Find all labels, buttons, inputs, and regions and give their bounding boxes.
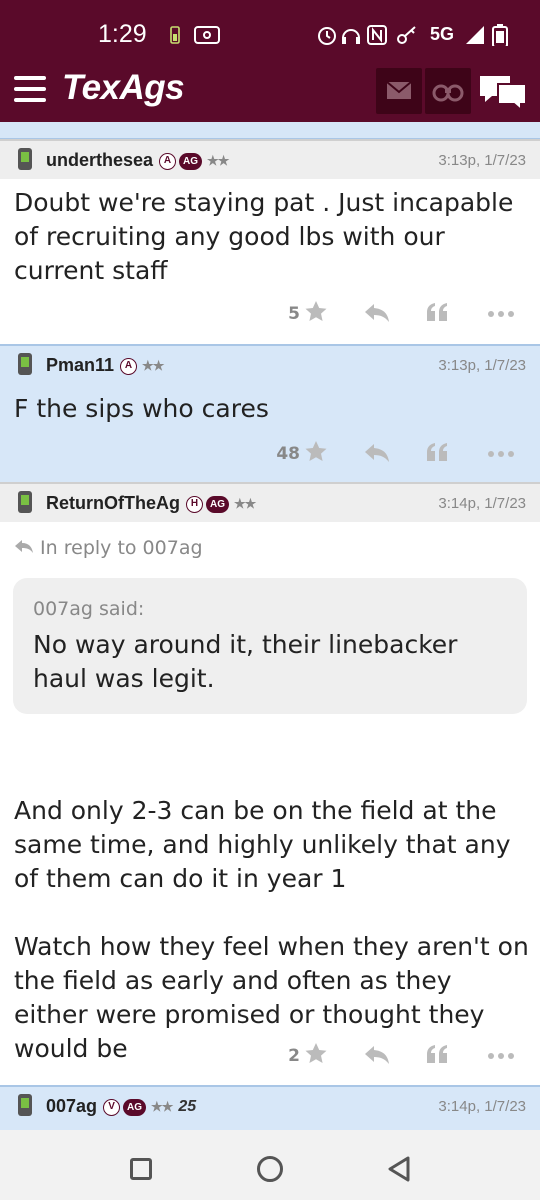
username[interactable]: 007ag bbox=[46, 1096, 97, 1116]
rank-badge: A bbox=[159, 152, 177, 170]
quote-text: No way around it, their linebacker haul … bbox=[33, 630, 458, 693]
nfc-icon bbox=[367, 25, 387, 45]
post-header: 007ag V AG ★★ 25 3:14p, 1/7/23 bbox=[0, 1085, 540, 1130]
username[interactable]: ReturnOfTheAg bbox=[46, 493, 180, 513]
key-icon bbox=[397, 26, 416, 44]
post-actions: 2 bbox=[0, 1042, 540, 1072]
star-icon[interactable] bbox=[304, 300, 328, 324]
status-time: 1:29 bbox=[98, 20, 147, 48]
quoted-post: 007ag said: No way around it, their line… bbox=[13, 578, 527, 714]
more-icon[interactable] bbox=[487, 310, 515, 318]
stars-icon: ★★ bbox=[207, 153, 229, 169]
ag-badge: AG bbox=[206, 495, 229, 513]
mobile-device-icon bbox=[18, 1094, 32, 1116]
menu-icon[interactable] bbox=[14, 76, 46, 102]
reply-arrow-icon bbox=[15, 540, 33, 553]
more-icon[interactable] bbox=[487, 1052, 515, 1060]
in-reply-text: In reply to 007ag bbox=[40, 537, 203, 559]
post-header: ReturnOfTheAg H AG ★★ 3:14p, 1/7/23 bbox=[0, 482, 540, 522]
username[interactable]: Pman11 bbox=[46, 355, 114, 375]
post-actions: 48 bbox=[0, 440, 540, 470]
mobile-device-icon bbox=[18, 353, 32, 375]
system-nav-bar bbox=[0, 1130, 540, 1200]
post-header: underthesea A AG ★★ 3:13p, 1/7/23 bbox=[0, 139, 540, 179]
chat-icon[interactable] bbox=[478, 70, 528, 114]
network-type: 5G bbox=[430, 24, 455, 44]
mail-icon bbox=[386, 81, 412, 99]
post-timestamp: 3:14p, 1/7/23 bbox=[438, 1098, 526, 1115]
username[interactable]: underthesea bbox=[46, 150, 153, 170]
post-body: Doubt we're staying pat . Just incapable… bbox=[14, 188, 514, 285]
binoculars-button[interactable] bbox=[425, 68, 471, 114]
post-timestamp: 3:14p, 1/7/23 bbox=[438, 495, 526, 512]
rank-badge: V bbox=[103, 1098, 121, 1116]
mail-button[interactable] bbox=[376, 68, 422, 114]
year-emblem: 25 bbox=[178, 1098, 197, 1116]
quote-author: 007ag said: bbox=[33, 598, 145, 620]
status-bar: 1:29 5G bbox=[0, 0, 540, 64]
quote-icon[interactable] bbox=[426, 1044, 448, 1066]
mobile-device-icon bbox=[18, 148, 32, 170]
post-actions: 5 bbox=[0, 300, 540, 330]
star-icon[interactable] bbox=[304, 1042, 328, 1066]
headphones-icon bbox=[342, 29, 360, 44]
more-icon[interactable] bbox=[487, 450, 515, 458]
post-body-paragraph: And only 2-3 can be on the field at the … bbox=[14, 796, 511, 893]
post-header: Pman11 A ★★ 3:13p, 1/7/23 bbox=[0, 344, 540, 384]
like-count: 48 bbox=[276, 444, 300, 464]
stars-icon: ★★ bbox=[234, 496, 256, 512]
ag-badge: AG bbox=[179, 152, 203, 170]
battery-icon bbox=[492, 24, 508, 46]
post-body: F the sips who cares bbox=[14, 394, 269, 423]
recent-apps-icon[interactable] bbox=[130, 1158, 152, 1180]
mobile-device-icon bbox=[18, 491, 32, 513]
like-count: 5 bbox=[288, 304, 300, 324]
battery-saver-icon bbox=[170, 26, 180, 44]
app-header: 1:29 5G TexAgs bbox=[0, 0, 540, 122]
previous-post-edge bbox=[0, 122, 540, 140]
star-icon[interactable] bbox=[304, 440, 328, 464]
reply-icon[interactable] bbox=[364, 442, 390, 464]
stars-icon: ★★ bbox=[151, 1099, 173, 1115]
quote-icon[interactable] bbox=[426, 442, 448, 464]
quote-icon[interactable] bbox=[426, 302, 448, 324]
alarm-icon bbox=[318, 27, 336, 45]
rank-badge: A bbox=[120, 357, 138, 375]
post-timestamp: 3:13p, 1/7/23 bbox=[438, 152, 526, 169]
stars-icon: ★★ bbox=[142, 358, 164, 374]
binoculars-icon bbox=[432, 84, 464, 102]
post-timestamp: 3:13p, 1/7/23 bbox=[438, 357, 526, 374]
rank-badge: H bbox=[186, 495, 203, 513]
site-logo[interactable]: TexAgs bbox=[62, 68, 185, 108]
signal-icon bbox=[466, 26, 484, 44]
in-reply-link[interactable]: In reply to 007ag bbox=[14, 537, 203, 559]
back-icon[interactable] bbox=[386, 1156, 412, 1182]
reply-icon[interactable] bbox=[364, 302, 390, 324]
reply-icon[interactable] bbox=[364, 1044, 390, 1066]
like-count: 2 bbox=[288, 1046, 300, 1066]
ag-badge: AG bbox=[123, 1098, 147, 1116]
home-icon[interactable] bbox=[257, 1156, 283, 1182]
hotspot-icon bbox=[194, 26, 220, 44]
